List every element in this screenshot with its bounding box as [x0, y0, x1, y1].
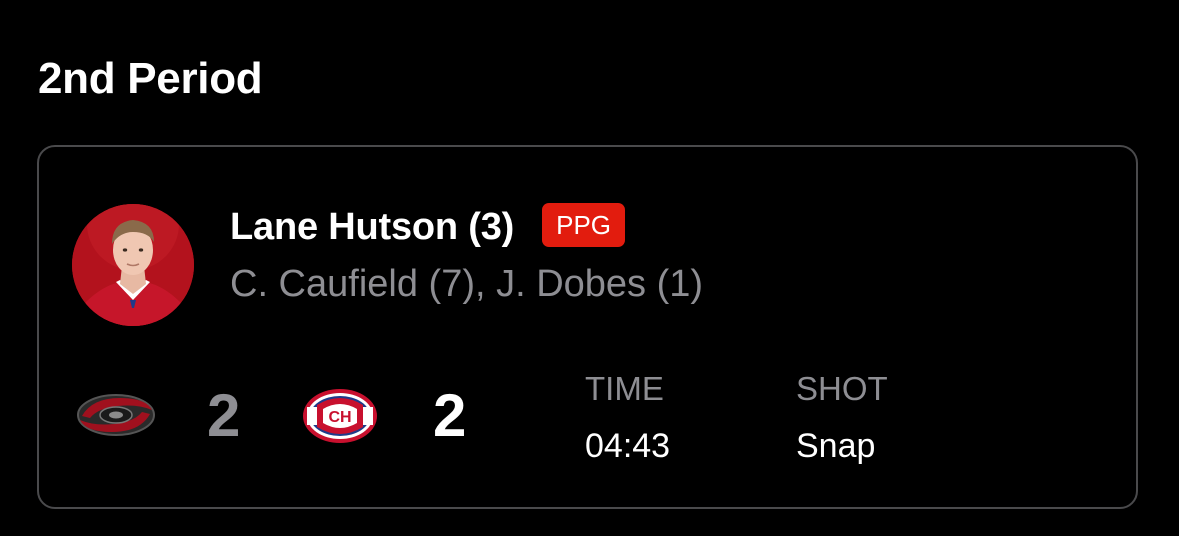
power-play-goal-badge: PPG: [542, 203, 626, 247]
home-score: 2: [433, 382, 467, 449]
carolina-hurricanes-logo-icon: [77, 394, 155, 436]
period-title: 2nd Period: [38, 54, 263, 103]
player-headshot-icon: [72, 204, 194, 326]
montreal-canadiens-logo-icon: CH: [303, 389, 377, 443]
assists-text: C. Caufield (7), J. Dobes (1): [230, 263, 704, 305]
time-label: TIME: [585, 370, 664, 407]
svg-text:CH: CH: [328, 409, 351, 426]
goal-card[interactable]: Lane Hutson (3) PPG C. Caufield (7), J. …: [37, 145, 1138, 509]
shot-value: Snap: [796, 427, 876, 465]
shot-label: SHOT: [796, 370, 888, 407]
scorer-name: Lane Hutson (3): [230, 206, 515, 248]
time-value: 04:43: [585, 427, 671, 465]
away-score: 2: [207, 382, 241, 449]
scorer-line: Lane Hutson (3) PPG: [230, 203, 626, 251]
